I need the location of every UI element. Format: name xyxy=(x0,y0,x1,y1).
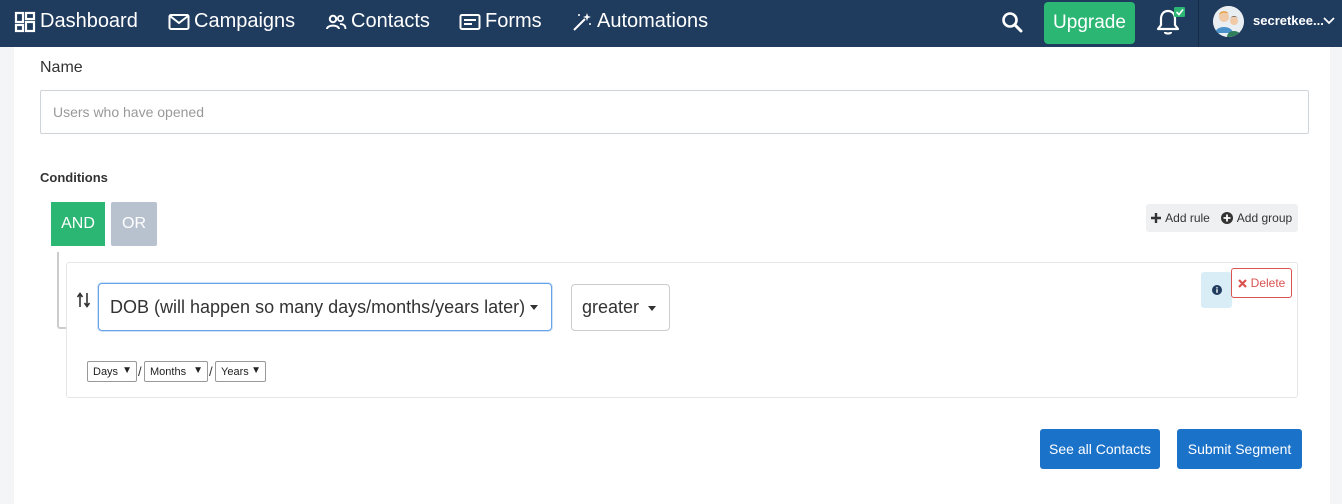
rule-operator-value: greater xyxy=(582,297,640,317)
users-icon xyxy=(325,13,347,31)
nav-forms-label: Forms xyxy=(485,10,542,32)
nav-campaigns-label: Campaigns xyxy=(194,10,296,32)
days-select[interactable]: Days ▼ xyxy=(87,361,137,382)
months-select[interactable]: Months ▼ xyxy=(144,361,208,382)
dashboard-icon xyxy=(14,11,36,33)
caret-down-icon xyxy=(648,306,656,311)
top-navbar: Dashboard Campaigns Contacts Forms Autom… xyxy=(0,0,1342,47)
chevron-down-icon[interactable] xyxy=(1322,13,1336,27)
sort-drag-icon[interactable] xyxy=(76,291,92,309)
envelope-icon xyxy=(168,13,190,31)
nav-automations[interactable]: Automations xyxy=(571,0,708,43)
x-icon xyxy=(1237,278,1247,288)
user-avatar[interactable] xyxy=(1213,6,1244,37)
form-icon xyxy=(459,13,481,31)
nav-automations-label: Automations xyxy=(597,10,709,32)
upgrade-button[interactable]: Upgrade xyxy=(1044,2,1135,44)
unit-separator: / xyxy=(209,364,213,379)
info-button[interactable] xyxy=(1201,272,1232,308)
rule-field-select[interactable]: DOB (will happen so many days/months/yea… xyxy=(98,283,552,331)
nav-contacts[interactable]: Contacts xyxy=(325,0,430,43)
unit-separator: / xyxy=(138,364,142,379)
caret-down-icon: ▼ xyxy=(193,365,203,376)
delete-rule-button[interactable]: Delete xyxy=(1231,268,1292,298)
nav-campaigns[interactable]: Campaigns xyxy=(168,0,295,43)
caret-down-icon: ▼ xyxy=(122,365,132,376)
see-all-contacts-button[interactable]: See all Contacts xyxy=(1040,429,1160,469)
caret-down-icon xyxy=(530,305,538,310)
conditions-label: Conditions xyxy=(40,170,108,185)
notifications-bell-icon[interactable] xyxy=(1154,6,1186,38)
months-select-value: Months xyxy=(150,365,187,378)
and-toggle-button[interactable]: AND xyxy=(51,202,105,246)
add-rule-button[interactable]: Add rule xyxy=(1146,204,1215,232)
nav-dashboard-label: Dashboard xyxy=(40,10,138,32)
nav-forms[interactable]: Forms xyxy=(459,0,542,43)
segment-name-input[interactable] xyxy=(40,90,1309,134)
days-select-value: Days xyxy=(93,365,119,378)
or-toggle-button[interactable]: OR xyxy=(111,202,157,246)
rule-field-value: DOB (will happen so many days/months/yea… xyxy=(110,296,526,317)
magic-wand-icon xyxy=(571,11,593,33)
add-rule-label: Add rule xyxy=(1165,211,1210,225)
username-label[interactable]: secretkee... xyxy=(1253,13,1324,28)
plus-circle-icon xyxy=(1220,212,1233,224)
submit-segment-button[interactable]: Submit Segment xyxy=(1177,429,1302,469)
rule-operator-select[interactable]: greater xyxy=(571,284,670,331)
search-icon[interactable] xyxy=(1000,10,1024,34)
nav-contacts-label: Contacts xyxy=(351,10,430,32)
add-group-label: Add group xyxy=(1236,211,1293,225)
info-icon xyxy=(1211,285,1222,295)
navbar-divider xyxy=(1198,0,1199,47)
delete-rule-label: Delete xyxy=(1250,276,1286,290)
name-label: Name xyxy=(40,59,83,76)
years-select[interactable]: Years ▼ xyxy=(215,361,266,382)
plus-icon xyxy=(1151,213,1162,223)
caret-down-icon: ▼ xyxy=(251,365,261,376)
years-select-value: Years xyxy=(221,365,249,378)
nav-dashboard[interactable]: Dashboard xyxy=(14,0,138,43)
add-group-button[interactable]: Add group xyxy=(1215,204,1298,232)
